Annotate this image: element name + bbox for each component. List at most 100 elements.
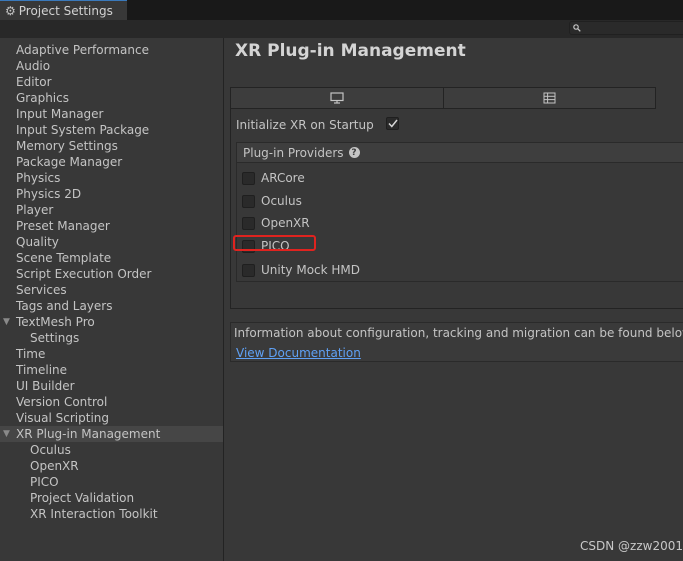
sidebar-item-label: Preset Manager bbox=[16, 219, 110, 233]
expand-triangle-icon[interactable]: ▼ bbox=[3, 426, 10, 442]
sidebar-item-label: Services bbox=[16, 283, 67, 297]
sidebar-item-label: Settings bbox=[30, 331, 80, 345]
checkmark-icon bbox=[387, 119, 398, 128]
sidebar-item-physics-2d[interactable]: Physics 2D bbox=[0, 186, 223, 202]
sidebar-item-time[interactable]: Time bbox=[0, 346, 223, 362]
provider-label: ARCore bbox=[261, 171, 305, 185]
sidebar-item-player[interactable]: Player bbox=[0, 202, 223, 218]
sidebar-item-script-execution-order[interactable]: Script Execution Order bbox=[0, 266, 223, 282]
sidebar-item-label: Audio bbox=[16, 59, 51, 73]
sidebar-item-label: XR Plug-in Management bbox=[16, 427, 161, 441]
sidebar-item-package-manager[interactable]: Package Manager bbox=[0, 154, 223, 170]
sidebar-item-memory-settings[interactable]: Memory Settings bbox=[0, 138, 223, 154]
initialize-xr-row: Initialize XR on Startup bbox=[236, 116, 374, 134]
tab-standalone[interactable] bbox=[231, 88, 443, 108]
provider-checkbox[interactable] bbox=[242, 216, 255, 230]
sidebar-item-tags-and-layers[interactable]: Tags and Layers bbox=[0, 298, 223, 314]
provider-label: OpenXR bbox=[261, 216, 310, 230]
sidebar-item-label: Physics bbox=[16, 171, 61, 185]
sidebar-item-label: Physics 2D bbox=[16, 187, 82, 201]
sidebar-item-xr-openxr[interactable]: OpenXR bbox=[0, 458, 223, 474]
sidebar-item-label: Script Execution Order bbox=[16, 267, 152, 281]
help-icon[interactable]: ? bbox=[348, 147, 360, 158]
initialize-xr-label: Initialize XR on Startup bbox=[236, 118, 374, 132]
sidebar-item-label: Editor bbox=[16, 75, 52, 89]
sidebar-item-audio[interactable]: Audio bbox=[0, 58, 223, 74]
sidebar-item-services[interactable]: Services bbox=[0, 282, 223, 298]
sidebar-item-label: PICO bbox=[30, 475, 59, 489]
sidebar-item-label: Oculus bbox=[30, 443, 71, 457]
sidebar-item-textmesh-settings[interactable]: Settings bbox=[0, 330, 223, 346]
watermark: CSDN @zzw2001 bbox=[580, 539, 683, 553]
provider-unity-mock-hmd[interactable]: Unity Mock HMD bbox=[242, 262, 360, 278]
sidebar-item-label: Timeline bbox=[16, 363, 68, 377]
sidebar-item-label: Quality bbox=[16, 235, 59, 249]
project-settings-tab[interactable]: ⚙ Project Settings bbox=[0, 0, 127, 20]
sidebar-item-label: Adaptive Performance bbox=[16, 43, 149, 57]
sidebar-item-scene-template[interactable]: Scene Template bbox=[0, 250, 223, 266]
plugin-providers-panel: Plug-in Providers ? ARCore Oculus OpenXR… bbox=[233, 142, 683, 282]
view-documentation-link[interactable]: View Documentation bbox=[236, 346, 361, 360]
sidebar-item-physics[interactable]: Physics bbox=[0, 170, 223, 186]
info-box: Information about configuration, trackin… bbox=[230, 322, 683, 362]
sidebar-item-label: Visual Scripting bbox=[16, 411, 109, 425]
sidebar-item-label: Player bbox=[16, 203, 54, 217]
sidebar-item-xr-oculus[interactable]: Oculus bbox=[0, 442, 223, 458]
provider-checkbox[interactable] bbox=[242, 194, 255, 208]
search-input[interactable] bbox=[569, 21, 683, 35]
sidebar-item-input-manager[interactable]: Input Manager bbox=[0, 106, 223, 122]
sidebar-item-xr-project-validation[interactable]: Project Validation bbox=[0, 490, 223, 506]
sidebar-item-label: XR Interaction Toolkit bbox=[30, 507, 158, 521]
platform-tabs bbox=[230, 87, 656, 109]
sidebar-item-editor[interactable]: Editor bbox=[0, 74, 223, 90]
sidebar-item-label: Input Manager bbox=[16, 107, 104, 121]
expand-triangle-icon[interactable]: ▼ bbox=[3, 314, 10, 330]
sidebar-item-version-control[interactable]: Version Control bbox=[0, 394, 223, 410]
plugin-providers-title: Plug-in Providers bbox=[243, 145, 344, 160]
sidebar-item-xr-interaction-toolkit[interactable]: XR Interaction Toolkit bbox=[0, 506, 223, 522]
sidebar-item-preset-manager[interactable]: Preset Manager bbox=[0, 218, 223, 234]
sidebar-item-label: Memory Settings bbox=[16, 139, 118, 153]
sidebar-item-input-system-package[interactable]: Input System Package bbox=[0, 122, 223, 138]
sidebar-item-quality[interactable]: Quality bbox=[0, 234, 223, 250]
sidebar-item-label: Project Validation bbox=[30, 491, 135, 505]
provider-pico[interactable]: PICO bbox=[233, 235, 316, 254]
plugin-providers-header: Plug-in Providers ? bbox=[237, 143, 683, 163]
provider-openxr[interactable]: OpenXR bbox=[242, 215, 310, 231]
sidebar-item-timeline[interactable]: Timeline bbox=[0, 362, 223, 378]
sidebar-item-ui-builder[interactable]: UI Builder bbox=[0, 378, 223, 394]
monitor-icon bbox=[330, 92, 344, 104]
sidebar-item-visual-scripting[interactable]: Visual Scripting bbox=[0, 410, 223, 426]
initialize-xr-checkbox[interactable] bbox=[386, 117, 399, 130]
sidebar-item-label: Time bbox=[16, 347, 46, 361]
sidebar-item-xr-pico[interactable]: PICO bbox=[0, 474, 223, 490]
provider-label: Oculus bbox=[261, 194, 302, 208]
android-grid-icon bbox=[543, 92, 556, 104]
sidebar-item-label: Graphics bbox=[16, 91, 69, 105]
gear-icon: ⚙ bbox=[5, 3, 16, 18]
tab-android[interactable] bbox=[442, 88, 655, 108]
sidebar-item-textmesh-pro[interactable]: ▼ TextMesh Pro bbox=[0, 314, 223, 330]
sidebar-item-graphics[interactable]: Graphics bbox=[0, 90, 223, 106]
provider-checkbox[interactable] bbox=[242, 263, 255, 277]
search-icon bbox=[573, 24, 581, 32]
sidebar-item-label: Tags and Layers bbox=[16, 299, 113, 313]
provider-arcore[interactable]: ARCore bbox=[242, 170, 305, 186]
tab-title: Project Settings bbox=[18, 3, 113, 18]
provider-oculus[interactable]: Oculus bbox=[242, 193, 302, 209]
sidebar-item-label: Package Manager bbox=[16, 155, 123, 169]
sidebar-item-label: UI Builder bbox=[16, 379, 75, 393]
main-panel: XR Plug-in Management Initialize XR on S… bbox=[225, 38, 683, 561]
info-text: Information about configuration, trackin… bbox=[234, 326, 683, 340]
provider-checkbox[interactable] bbox=[242, 171, 255, 185]
sidebar-item-label: OpenXR bbox=[30, 459, 79, 473]
xr-settings-box: Initialize XR on Startup Plug-in Provide… bbox=[230, 109, 683, 309]
sidebar-item-xr-plugin-management[interactable]: ▼ XR Plug-in Management bbox=[0, 426, 223, 442]
sidebar-item-adaptive-performance[interactable]: Adaptive Performance bbox=[0, 42, 223, 58]
sidebar-item-label: Input System Package bbox=[16, 123, 150, 137]
sidebar-item-label: Scene Template bbox=[16, 251, 112, 265]
page-title: XR Plug-in Management bbox=[235, 41, 466, 61]
sidebar-item-label: Version Control bbox=[16, 395, 108, 409]
pico-highlight-box bbox=[233, 235, 316, 251]
settings-sidebar: Adaptive Performance Audio Editor Graphi… bbox=[0, 38, 224, 561]
